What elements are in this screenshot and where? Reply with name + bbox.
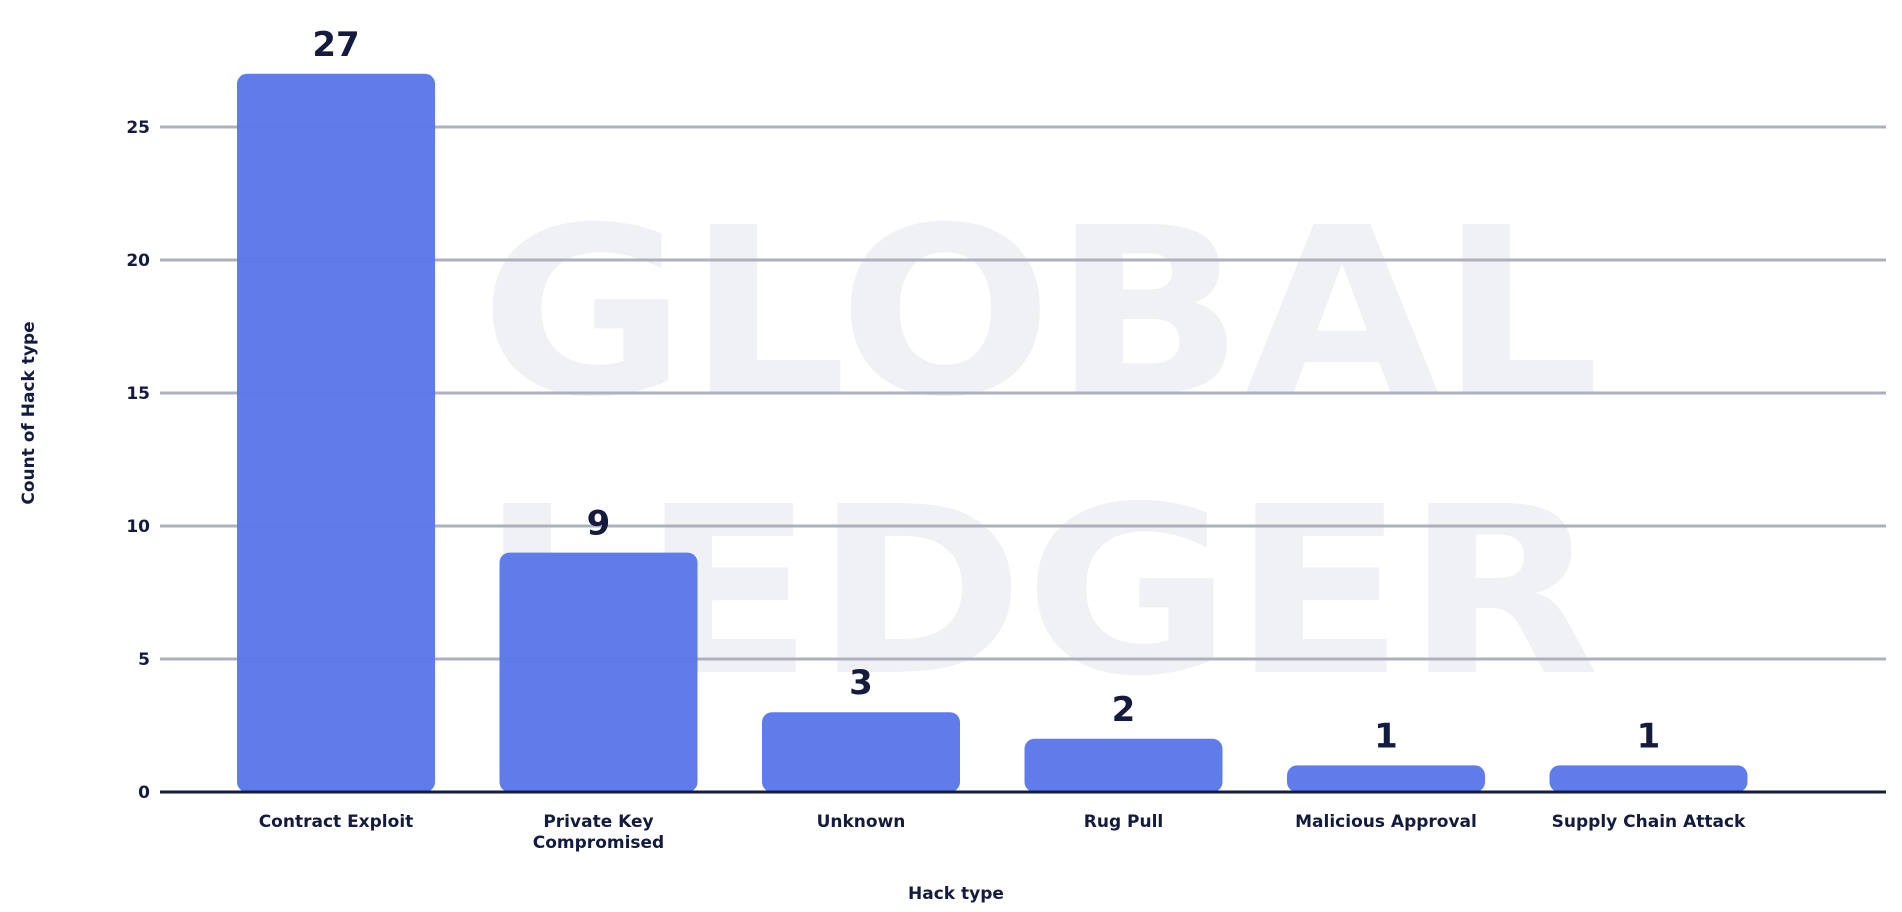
x-axis-labels: Contract Exploit Private Key Compromised Un… [259, 812, 1746, 853]
y-tick-label: 15 [126, 384, 150, 404]
x-tick-label-line: Supply Chain Attack [1552, 812, 1746, 832]
x-tick-label: Rug Pull [1084, 812, 1164, 832]
y-axis-title: Count of Hack type [19, 321, 39, 504]
x-tick-label: Private Key Compromised [533, 812, 664, 853]
y-tick-label: 20 [126, 251, 150, 271]
bar-rug-pull [1024, 738, 1223, 792]
y-tick-label: 10 [126, 517, 150, 537]
data-label: 3 [849, 663, 873, 703]
bar-chart: GLOBAL LEDGER 0510152025 279321 1 Contrac… [19, 25, 1886, 904]
bar-contract-exploit [237, 73, 435, 793]
data-label: 1 [1637, 716, 1661, 756]
y-tick-label: 25 [126, 118, 150, 138]
data-label: 27 [312, 25, 359, 65]
x-tick-label-line: Malicious Approval [1295, 812, 1477, 832]
x-tick-label-line: Rug Pull [1084, 812, 1164, 832]
x-tick-label-line: Private Key [543, 812, 653, 832]
x-tick-label: Contract Exploit [259, 812, 414, 832]
y-tick-label: 5 [138, 650, 150, 670]
data-label: 2 [1112, 690, 1136, 730]
data-label: 1 [1374, 716, 1398, 756]
bar-private-key-compromised [499, 552, 698, 792]
bar-unknown [762, 712, 960, 792]
bar-supply-chain-attack [1549, 765, 1748, 792]
x-tick-label: Supply Chain Attack [1552, 812, 1746, 832]
data-label: 9 [587, 504, 611, 544]
x-tick-label: Malicious Approval [1295, 812, 1477, 832]
x-axis-title: Hack type [908, 884, 1004, 904]
x-tick-label-line: Unknown [817, 812, 906, 832]
y-axis-ticks: 0 5 10 15 20 25 [126, 118, 150, 803]
y-tick-label: 0 [138, 783, 150, 803]
x-tick-label: Unknown [817, 812, 906, 832]
x-tick-label-line: Contract Exploit [259, 812, 414, 832]
watermark-line-1: GLOBAL [480, 178, 1600, 448]
x-tick-label-line: Compromised [533, 833, 664, 853]
bar-malicious-approval [1287, 765, 1485, 792]
